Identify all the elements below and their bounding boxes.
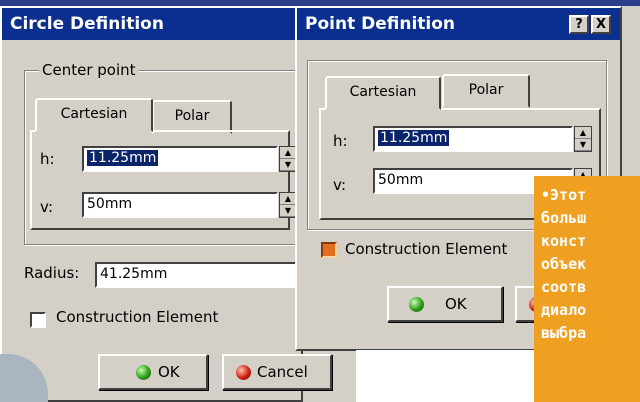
circle-tab-cartesian[interactable]: Cartesian [35, 98, 153, 132]
note-line: диало [541, 301, 587, 319]
point-h-label: h: [333, 132, 348, 150]
close-button[interactable]: X [591, 15, 611, 34]
radius-field[interactable]: 41.25mm [95, 262, 300, 288]
spin-up-icon: ▲ [280, 147, 296, 159]
cancel-icon [236, 365, 251, 380]
ok-icon [136, 365, 151, 380]
circle-h-field[interactable]: 11.25mm [82, 146, 278, 172]
point-h-field[interactable]: 11.25mm [373, 126, 573, 152]
circle-h-label: h: [40, 150, 55, 168]
help-button[interactable]: ? [569, 15, 589, 34]
point-dialog-titlebar[interactable]: Point Definition ? X [297, 8, 620, 40]
circle-dialog-titlebar[interactable]: Circle Definition [2, 8, 305, 40]
spin-up-icon: ▲ [575, 127, 591, 139]
center-point-label: Center point [39, 61, 139, 79]
circle-ok-button[interactable]: OK [98, 354, 208, 390]
point-construction-checkbox[interactable] [321, 242, 337, 258]
spin-down-icon: ▼ [280, 159, 296, 171]
circle-definition-dialog: Circle Definition Center point Cartesian… [0, 6, 332, 402]
radius-label: Radius: [24, 264, 80, 282]
note-line: больш [541, 209, 587, 227]
point-h-spinner[interactable]: ▲ ▼ [574, 126, 592, 152]
circle-construction-label: Construction Element [56, 308, 219, 326]
annotation-note: •Этот больш конст объек соотв диало выбр… [534, 176, 640, 402]
note-line: конст [541, 232, 587, 250]
point-construction-label: Construction Element [345, 240, 508, 258]
note-text: •Этот больш конст объек соотв диало выбр… [541, 184, 640, 345]
note-line: •Этот [541, 186, 587, 204]
white-area [356, 350, 536, 402]
note-line: объек [541, 255, 587, 273]
circle-dialog-title: Circle Definition [10, 14, 164, 34]
ok-icon [409, 297, 424, 312]
circle-construction-checkbox[interactable] [30, 312, 46, 328]
spin-down-icon: ▼ [575, 139, 591, 151]
point-ok-button[interactable]: OK [387, 286, 503, 322]
point-tab-polar[interactable]: Polar [442, 74, 530, 108]
point-v-label: v: [333, 176, 347, 194]
note-line: соотв [541, 278, 587, 296]
circle-v-field[interactable]: 50mm [82, 192, 278, 218]
spin-down-icon: ▼ [280, 205, 296, 217]
circle-cancel-button[interactable]: Cancel [222, 354, 332, 390]
circle-v-label: v: [40, 198, 54, 216]
spin-up-icon: ▲ [280, 193, 296, 205]
point-dialog-title: Point Definition [305, 14, 456, 34]
note-line: выбра [541, 324, 587, 342]
point-tab-cartesian[interactable]: Cartesian [325, 76, 441, 110]
circle-tab-polar[interactable]: Polar [152, 100, 232, 134]
